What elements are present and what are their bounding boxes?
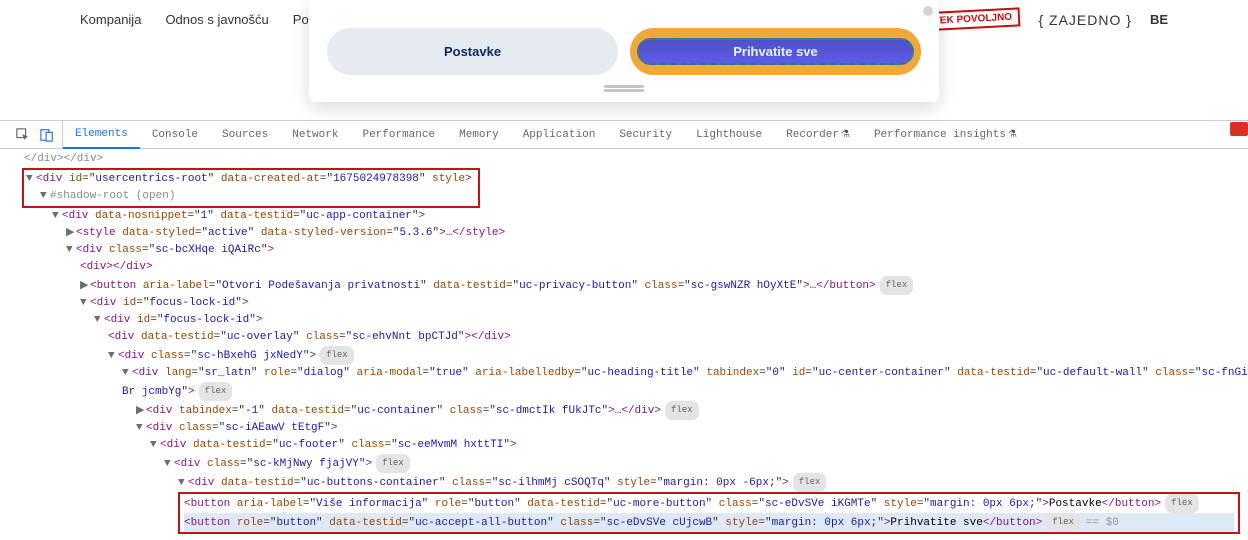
highlight-box-buttons: <button aria-label="Više informacija" ro…	[178, 492, 1240, 534]
flex-badge[interactable]: flex	[199, 382, 233, 401]
flex-badge[interactable]: flex	[665, 401, 699, 420]
error-indicator-icon[interactable]	[1230, 122, 1248, 136]
flex-badge[interactable]: flex	[793, 473, 827, 492]
flex-badge[interactable]: flex	[880, 276, 914, 295]
nav-item-1[interactable]: Odnos s javnošću	[165, 12, 268, 27]
expand-icon[interactable]: ▼	[178, 475, 188, 492]
devtools-tab-strip: Elements Console Sources Network Perform…	[0, 121, 1248, 149]
expand-icon[interactable]: ▼	[94, 312, 104, 329]
tab-security[interactable]: Security	[607, 121, 684, 148]
expand-icon[interactable]: ▼	[150, 437, 160, 454]
flex-badge[interactable]: flex	[320, 346, 354, 365]
tab-application[interactable]: Application	[511, 121, 608, 148]
expand-icon[interactable]: ▼	[164, 456, 174, 473]
flex-badge[interactable]: flex	[1165, 494, 1199, 513]
expand-icon[interactable]: ▼	[136, 420, 146, 437]
page-viewport: Kompanija Odnos s javnošću Posao Inspir …	[0, 0, 1248, 120]
cut-text: BE	[1150, 12, 1168, 27]
nav-item-0[interactable]: Kompanija	[80, 12, 141, 27]
flex-badge[interactable]: flex	[376, 454, 410, 473]
close-icon[interactable]	[923, 6, 933, 16]
expand-icon[interactable]: ▼	[26, 171, 36, 188]
brace-logo: { ZAJEDNO }	[1038, 12, 1131, 28]
expand-icon[interactable]: ▼	[80, 295, 90, 312]
accept-all-inner: Prihvatite sve	[637, 38, 913, 65]
tab-console[interactable]: Console	[140, 121, 210, 148]
tab-sources[interactable]: Sources	[210, 121, 280, 148]
beaker-icon: ⚗	[1008, 129, 1017, 141]
tab-elements[interactable]: Elements	[63, 122, 140, 149]
highlight-box-root: ▼<div id="usercentrics-root" data-create…	[22, 168, 480, 208]
settings-button[interactable]: Postavke	[327, 28, 618, 75]
tab-performance[interactable]: Performance	[350, 121, 447, 148]
expand-icon[interactable]: ▶	[66, 225, 76, 242]
tab-lighthouse[interactable]: Lighthouse	[684, 121, 774, 148]
zero-ref: == $0	[1086, 517, 1119, 529]
tab-recorder[interactable]: Recorder⚗	[774, 121, 862, 148]
expand-icon[interactable]: ▼	[66, 242, 76, 259]
expand-icon[interactable]: ▼	[122, 365, 132, 382]
expand-icon[interactable]: ▶	[80, 278, 90, 295]
dom-tree[interactable]: </div></div> ▼<div id="usercentrics-root…	[0, 149, 1248, 540]
inspect-icon[interactable]	[16, 128, 30, 142]
expand-icon[interactable]: ▶	[136, 403, 146, 420]
tab-memory[interactable]: Memory	[447, 121, 511, 148]
device-toggle-icon[interactable]	[40, 128, 54, 142]
tab-perf-insights[interactable]: Performance insights⚗	[862, 121, 1029, 148]
tab-network[interactable]: Network	[280, 121, 350, 148]
devtools-panel: Elements Console Sources Network Perform…	[0, 120, 1248, 540]
consent-modal: Postavke Prihvatite sve	[309, 0, 939, 102]
drag-handle-icon[interactable]	[604, 85, 644, 88]
expand-icon[interactable]: ▼	[40, 188, 50, 205]
expand-icon[interactable]: ▼	[52, 208, 62, 225]
accept-all-button[interactable]: Prihvatite sve	[630, 28, 921, 75]
expand-icon[interactable]: ▼	[108, 348, 118, 365]
beaker-icon: ⚗	[841, 129, 850, 141]
selected-node[interactable]: <button role="button" data-testid="uc-ac…	[184, 513, 1234, 532]
flex-badge[interactable]: flex	[1046, 513, 1080, 532]
